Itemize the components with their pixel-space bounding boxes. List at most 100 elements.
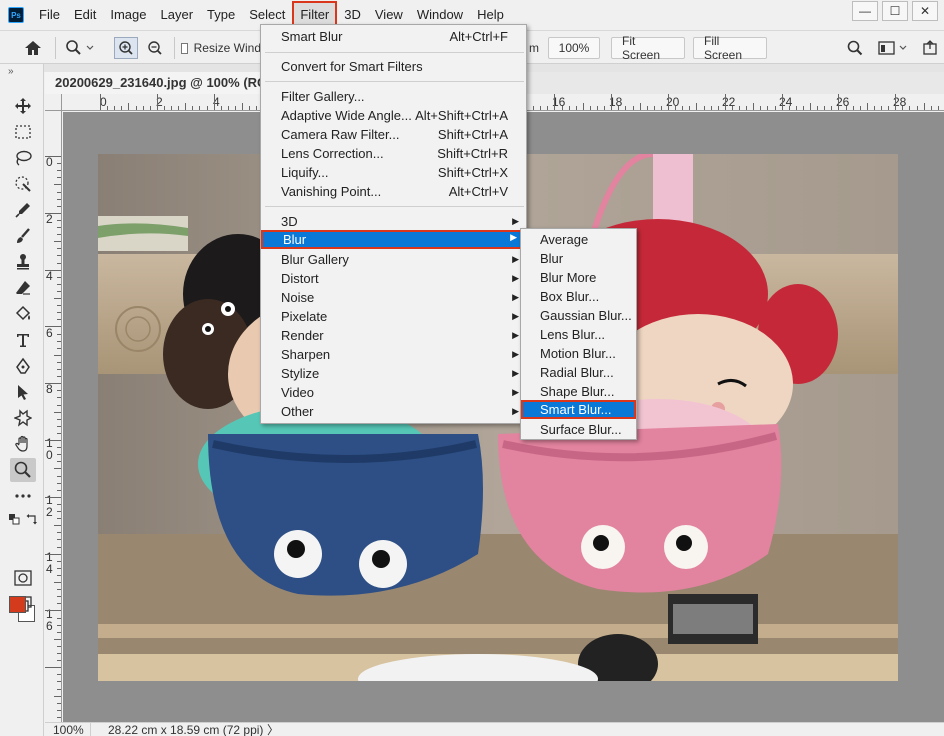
menu-item-camera-raw[interactable]: Camera Raw Filter... Shift+Ctrl+A [261, 125, 526, 144]
menu-edit[interactable]: Edit [67, 4, 103, 26]
bucket-tool-icon[interactable] [10, 302, 36, 326]
marquee-tool-icon[interactable] [10, 120, 36, 144]
minimize-button[interactable]: — [852, 1, 878, 21]
fill-screen-button[interactable]: Fill Screen [693, 34, 767, 62]
submenu-item-radial-blur[interactable]: Radial Blur... [521, 363, 636, 382]
submenu-item-lens-blur[interactable]: Lens Blur... [521, 325, 636, 344]
foreground-color-swatch[interactable] [9, 596, 26, 613]
menu-item-blur[interactable]: Blur ▶ [261, 230, 526, 249]
ruler-tick [57, 702, 61, 704]
menu-item-filter-gallery[interactable]: Filter Gallery... [261, 87, 526, 106]
zoom-tool-preset-icon[interactable] [62, 37, 98, 59]
submenu-item-blur-more[interactable]: Blur More [521, 268, 636, 287]
menu-file[interactable]: File [32, 4, 67, 26]
ruler-tick [930, 106, 932, 110]
custom-shape-tool-icon[interactable] [10, 406, 36, 430]
lasso-tool-icon[interactable] [10, 146, 36, 170]
collapse-panel-icon[interactable]: » [8, 66, 14, 77]
ruler-tick [639, 103, 641, 110]
menu-image[interactable]: Image [103, 4, 153, 26]
type-tool-icon[interactable] [10, 328, 36, 352]
ruler-tick [660, 106, 662, 110]
quick-mask-icon[interactable] [10, 566, 36, 590]
submenu-item-surface-blur[interactable]: Surface Blur... [521, 420, 636, 439]
more-tools-icon[interactable] [10, 484, 36, 508]
path-selection-tool-icon[interactable] [10, 380, 36, 404]
stamp-tool-icon[interactable] [10, 250, 36, 274]
ruler-tick [57, 681, 61, 683]
object-selection-tool-icon[interactable] [10, 172, 36, 196]
ruler-tick [568, 106, 570, 110]
submenu-item-blur[interactable]: Blur [521, 249, 636, 268]
home-icon[interactable] [20, 37, 46, 59]
menu-item-distort[interactable]: Distort ▶ [261, 269, 526, 288]
menu-item-lens-correction[interactable]: Lens Correction... Shift+Ctrl+R [261, 144, 526, 163]
menu-select[interactable]: Select [242, 4, 292, 26]
menu-item-smart-blur-last[interactable]: Smart Blur Alt+Ctrl+F [261, 27, 526, 46]
submenu-item-shape-blur[interactable]: Shape Blur... [521, 382, 636, 401]
status-menu-arrow-icon[interactable]: 〉 [267, 723, 279, 736]
default-colors-icon[interactable] [6, 512, 22, 526]
zoom-in-icon[interactable] [114, 37, 138, 59]
swap-colors-icon[interactable] [24, 512, 40, 526]
menu-window[interactable]: Window [410, 4, 470, 26]
menu-item-stylize[interactable]: Stylize ▶ [261, 364, 526, 383]
submenu-item-gaussian-blur[interactable]: Gaussian Blur... [521, 306, 636, 325]
menu-item-blur-gallery[interactable]: Blur Gallery ▶ [261, 250, 526, 269]
menu-item-vanishing-point[interactable]: Vanishing Point... Alt+Ctrl+V [261, 182, 526, 201]
menu-type[interactable]: Type [200, 4, 242, 26]
vertical-ruler[interactable]: 0 2 4 6 8 10 12 14 16 [45, 111, 62, 722]
share-icon[interactable] [920, 37, 940, 59]
ruler-tick [696, 103, 698, 110]
menu-item-sharpen[interactable]: Sharpen ▶ [261, 345, 526, 364]
menu-item-label: Distort [281, 271, 319, 286]
menu-help[interactable]: Help [470, 4, 511, 26]
fit-screen-button[interactable]: Fit Screen [611, 34, 685, 62]
zoom-tool-icon[interactable] [10, 458, 36, 482]
workspace-switcher-icon[interactable] [876, 37, 912, 59]
ruler-label: 8 [46, 382, 53, 396]
zoom-100-button[interactable]: 100% [548, 37, 600, 59]
menu-item-noise[interactable]: Noise ▶ [261, 288, 526, 307]
ruler-tick [57, 234, 61, 236]
status-zoom[interactable]: 100% [45, 723, 91, 736]
menu-item-convert-smart-filters[interactable]: Convert for Smart Filters [261, 57, 526, 76]
ruler-origin[interactable] [45, 94, 62, 111]
menu-item-3d[interactable]: 3D ▶ [261, 212, 526, 231]
menu-view[interactable]: View [368, 4, 410, 26]
ruler-tick [817, 106, 819, 110]
menu-item-video[interactable]: Video ▶ [261, 383, 526, 402]
ruler-tick [575, 106, 577, 110]
submenu-item-motion-blur[interactable]: Motion Blur... [521, 344, 636, 363]
restore-button[interactable]: ☐ [882, 1, 908, 21]
resize-windows-checkbox[interactable]: Resize Wind [181, 37, 261, 59]
ruler-tick [767, 106, 769, 110]
move-tool-icon[interactable] [10, 94, 36, 118]
menu-layer[interactable]: Layer [154, 4, 201, 26]
zoom-out-icon[interactable] [143, 37, 167, 59]
menu-3d[interactable]: 3D [337, 4, 368, 26]
submenu-arrow-icon: ▶ [512, 406, 519, 416]
menu-item-liquify[interactable]: Liquify... Shift+Ctrl+X [261, 163, 526, 182]
brush-tool-icon[interactable] [10, 224, 36, 248]
menu-item-adaptive-wide-angle[interactable]: Adaptive Wide Angle... Alt+Shift+Ctrl+A [261, 106, 526, 125]
hand-tool-icon[interactable] [10, 432, 36, 456]
pen-tool-icon[interactable] [10, 354, 36, 378]
submenu-item-box-blur[interactable]: Box Blur... [521, 287, 636, 306]
menu-item-pixelate[interactable]: Pixelate ▶ [261, 307, 526, 326]
ruler-tick [746, 106, 748, 110]
eraser-tool-icon[interactable] [10, 276, 36, 300]
close-button[interactable]: ✕ [912, 1, 938, 21]
checkbox-box[interactable] [181, 42, 188, 54]
submenu-item-smart-blur[interactable]: Smart Blur... [521, 400, 636, 419]
search-icon[interactable] [844, 37, 866, 59]
crop-eyedropper-tool-icon[interactable] [10, 198, 36, 222]
document-tab[interactable]: 20200629_231640.jpg @ 100% (RGB/ [45, 72, 265, 94]
submenu-item-average[interactable]: Average [521, 230, 636, 249]
menu-item-render[interactable]: Render ▶ [261, 326, 526, 345]
status-doc-size: 28.22 cm x 18.59 cm (72 ppi) [108, 723, 264, 736]
tools-panel: » [0, 64, 44, 736]
menu-item-label: Other [281, 404, 314, 419]
menu-item-label: Filter Gallery... [281, 89, 365, 104]
menu-item-other[interactable]: Other ▶ [261, 402, 526, 421]
